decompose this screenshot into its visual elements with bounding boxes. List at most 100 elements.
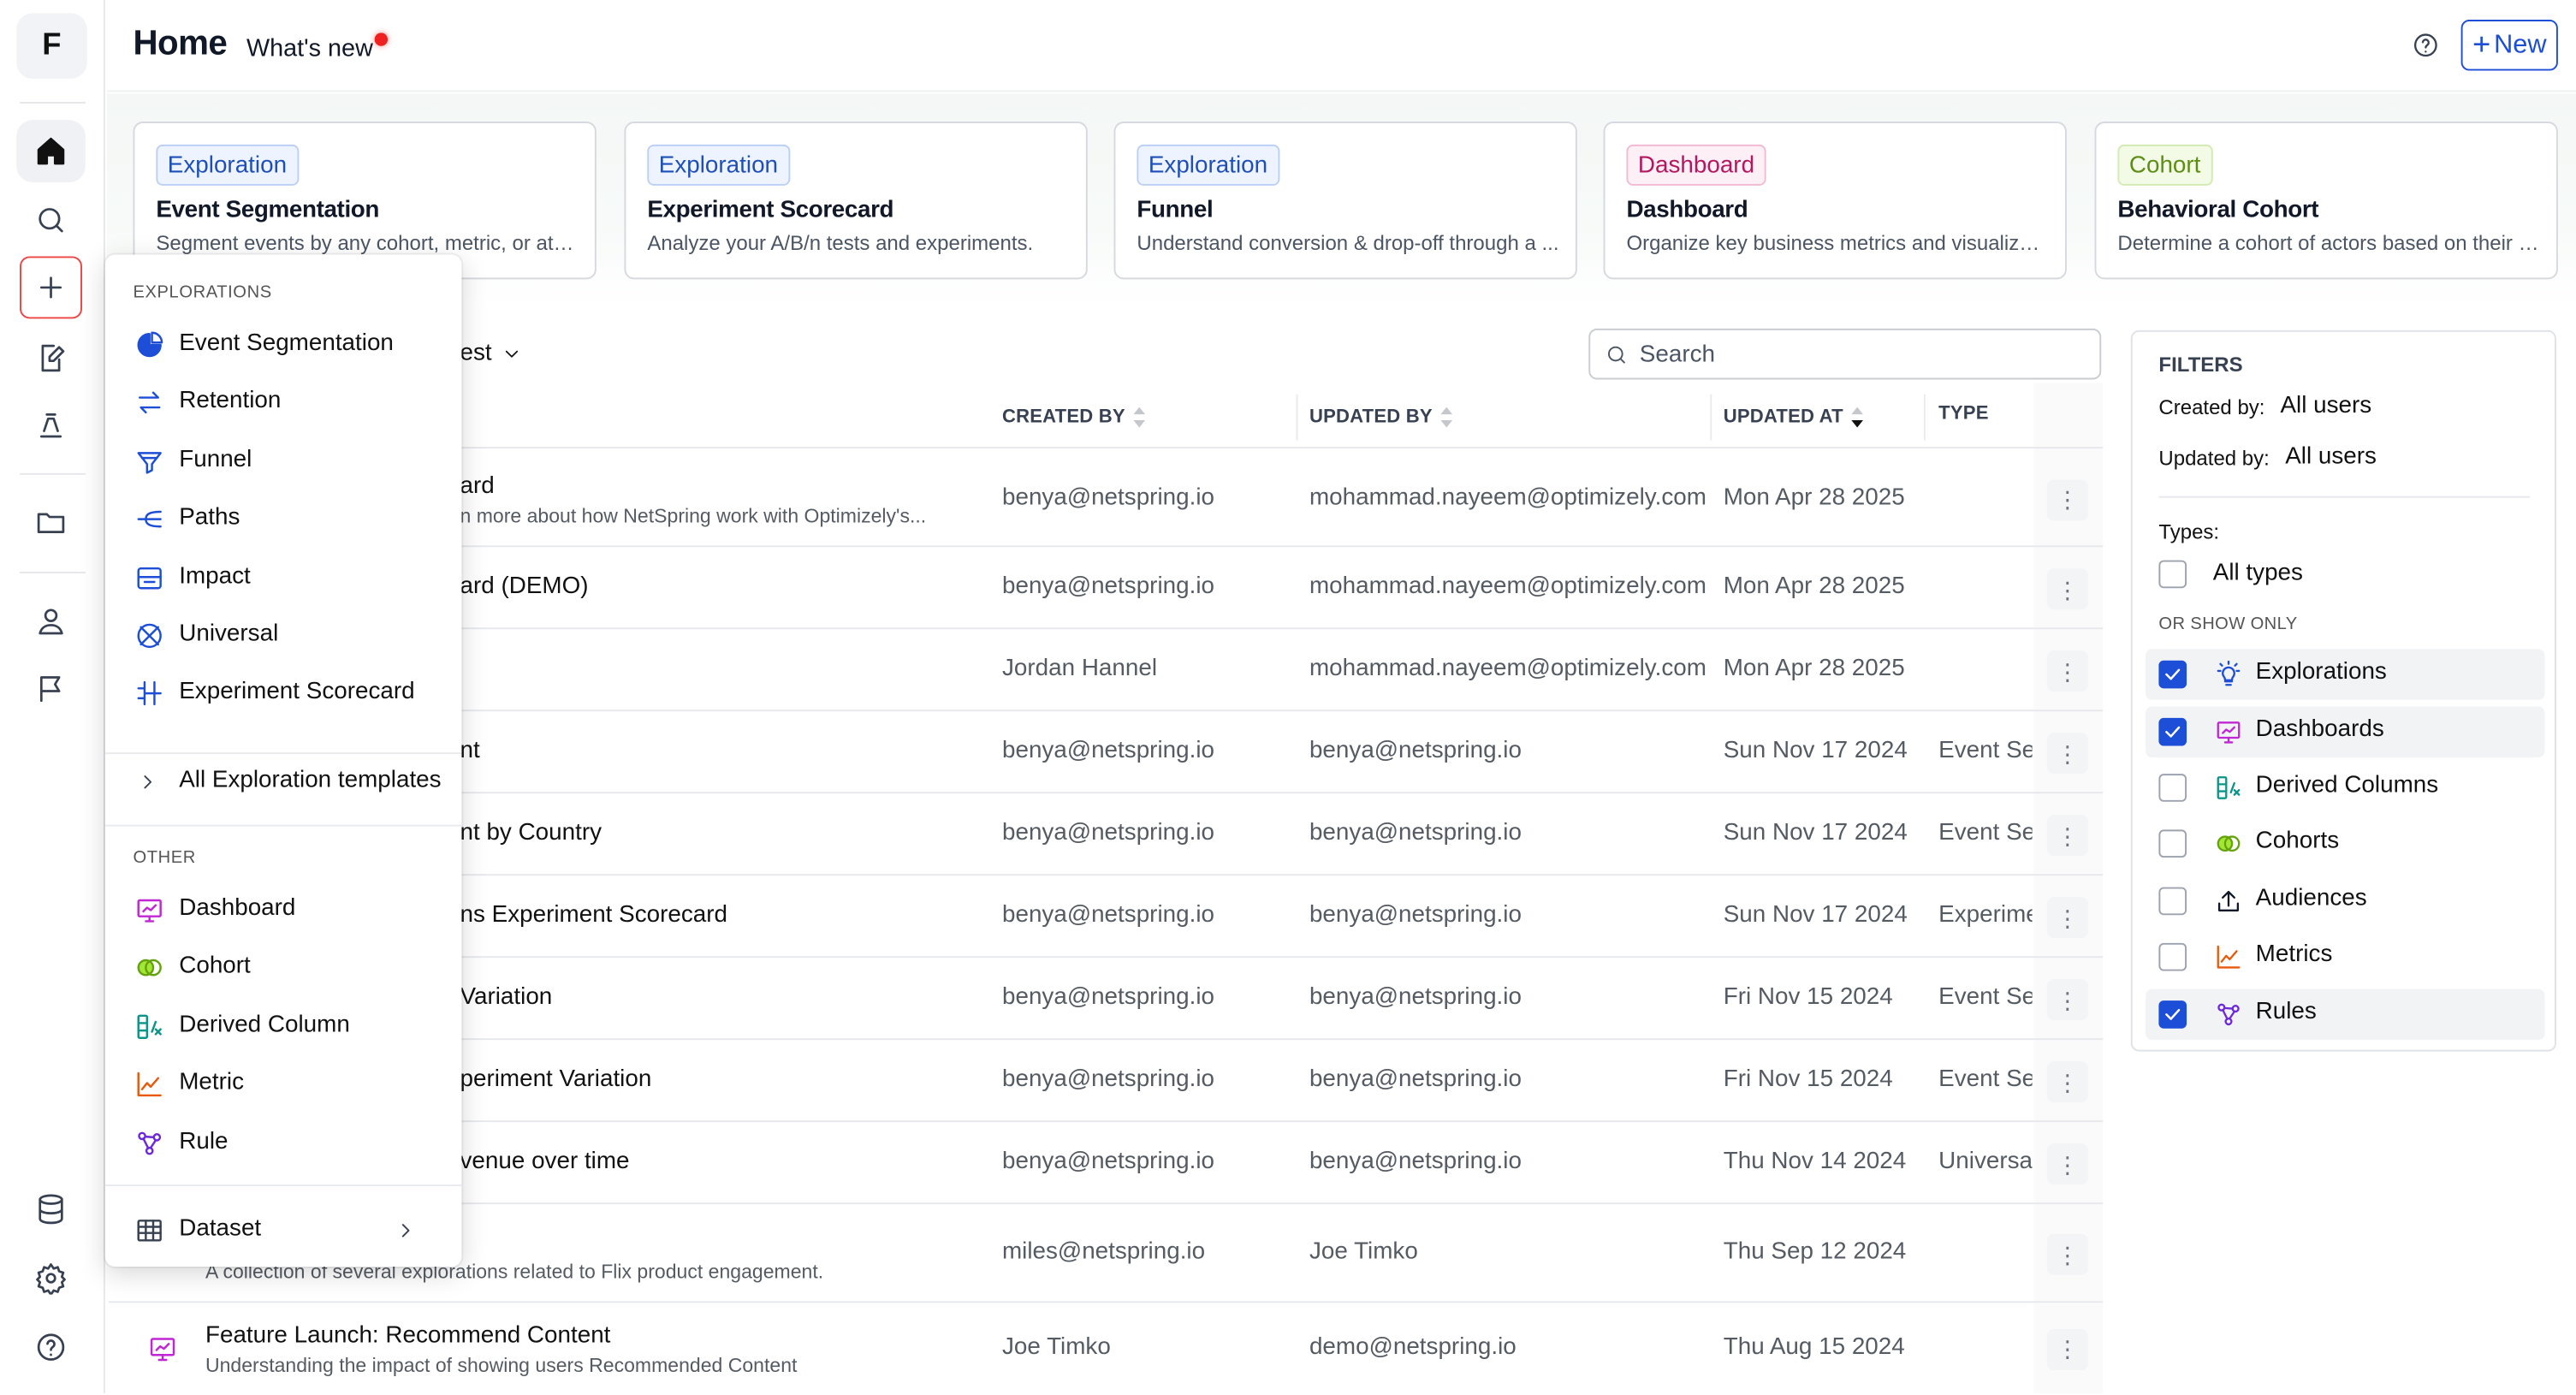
- whats-new-link[interactable]: What's new: [246, 34, 373, 62]
- filter-option-label: Dashboards: [2255, 715, 2384, 743]
- row-menu-button[interactable]: ⋮: [2046, 979, 2088, 1021]
- filter-option-label: Audiences: [2255, 885, 2367, 912]
- menu-item-funnel[interactable]: Funnel: [105, 433, 462, 489]
- row-menu-button[interactable]: ⋮: [2046, 1328, 2088, 1370]
- row-name[interactable]: ard: [460, 472, 495, 499]
- column-label: UPDATED BY: [1309, 407, 1433, 428]
- edit-doc-icon: [34, 341, 67, 374]
- template-title: Funnel: [1137, 197, 1214, 224]
- menu-item-retention[interactable]: Retention: [105, 375, 462, 430]
- filter-checkbox[interactable]: [2158, 942, 2187, 971]
- filter-option-explorations[interactable]: Explorations: [2146, 649, 2545, 700]
- chevron-right-icon: [395, 1219, 418, 1242]
- row-menu-button[interactable]: ⋮: [2046, 478, 2088, 520]
- menu-item-universal[interactable]: Universal: [105, 608, 462, 663]
- new-button[interactable]: + New: [2460, 20, 2558, 71]
- create-button[interactable]: [20, 256, 82, 319]
- database-button[interactable]: [16, 1178, 86, 1240]
- filter-checkbox[interactable]: [2158, 660, 2187, 689]
- help-circle-icon[interactable]: [2412, 31, 2440, 59]
- database-icon: [34, 1193, 67, 1226]
- column-header-updated-at[interactable]: UPDATED AT: [1724, 404, 1865, 430]
- row-name[interactable]: nt: [460, 738, 480, 764]
- template-card[interactable]: Exploration Experiment Scorecard Analyze…: [624, 122, 1088, 280]
- menu-item-rule[interactable]: Rule: [105, 1115, 462, 1171]
- row-menu-button[interactable]: ⋮: [2046, 733, 2088, 775]
- filter-checkbox[interactable]: [2158, 887, 2187, 916]
- created-by-select[interactable]: All users: [2280, 393, 2371, 419]
- all-types-checkbox[interactable]: [2158, 560, 2187, 589]
- row-menu-button[interactable]: ⋮: [2046, 568, 2088, 610]
- all-exploration-templates[interactable]: All Exploration templates: [105, 754, 462, 810]
- row-menu-button[interactable]: ⋮: [2046, 1061, 2088, 1103]
- filter-checkbox[interactable]: [2158, 1000, 2187, 1029]
- column-header-updated-by[interactable]: UPDATED BY: [1309, 404, 1454, 430]
- filter-option-derived-columns[interactable]: Derived Columns: [2146, 763, 2544, 814]
- menu-item-impact[interactable]: Impact: [105, 549, 462, 605]
- row-updated-by: mohammad.nayeem@optimizely.com: [1309, 573, 1706, 600]
- explorations-section-label: EXPLORATIONS: [133, 282, 272, 303]
- kebab-icon: ⋮: [2056, 822, 2080, 849]
- updated-by-select[interactable]: All users: [2285, 443, 2377, 470]
- filter-checkbox[interactable]: [2158, 717, 2187, 746]
- column-label: TYPE: [1938, 404, 1989, 424]
- derived-column-icon: [134, 1012, 164, 1042]
- row-name[interactable]: periment Variation: [460, 1066, 652, 1093]
- filter-option-rules[interactable]: Rules: [2146, 988, 2545, 1041]
- help-button[interactable]: [16, 1316, 86, 1379]
- filter-option-dashboards[interactable]: Dashboards: [2146, 706, 2545, 757]
- row-updated-at: Fri Nov 15 2024: [1723, 1066, 1893, 1093]
- template-card[interactable]: Cohort Behavioral Cohort Determine a coh…: [2094, 122, 2558, 280]
- menu-item-label: Universal: [179, 620, 279, 648]
- row-menu-button[interactable]: ⋮: [2046, 897, 2088, 939]
- filter-option-metrics[interactable]: Metrics: [2146, 931, 2544, 982]
- template-tag: Cohort: [2117, 144, 2212, 186]
- row-menu-button[interactable]: ⋮: [2046, 650, 2088, 692]
- search-input[interactable]: Search: [1588, 328, 2102, 380]
- kebab-icon: ⋮: [2056, 1150, 2080, 1178]
- menu-item-dataset[interactable]: Dataset: [105, 1202, 462, 1258]
- template-tag: Exploration: [647, 144, 790, 186]
- row-name[interactable]: ard (DEMO): [460, 573, 589, 600]
- metric-icon: [134, 1070, 164, 1100]
- menu-item-cohort[interactable]: Cohort: [105, 941, 462, 996]
- menu-item-label: Metric: [179, 1070, 245, 1096]
- row-name[interactable]: Feature Launch: Recommend Content: [205, 1321, 610, 1348]
- row-name[interactable]: Variation: [460, 984, 553, 1011]
- menu-item-paths[interactable]: Paths: [105, 491, 462, 547]
- menu-item-experiment-scorecard[interactable]: Experiment Scorecard: [105, 666, 462, 721]
- filter-option-audiences[interactable]: Audiences: [2146, 876, 2544, 927]
- search-button[interactable]: [16, 189, 86, 252]
- row-menu-button[interactable]: ⋮: [2046, 1233, 2088, 1275]
- folder-button[interactable]: [16, 491, 86, 554]
- filter-option-cohorts[interactable]: Cohorts: [2146, 818, 2544, 870]
- home-button[interactable]: [16, 120, 86, 183]
- row-menu-button[interactable]: ⋮: [2046, 1143, 2088, 1185]
- row-menu-button[interactable]: ⋮: [2046, 815, 2088, 857]
- template-title: Event Segmentation: [156, 197, 380, 224]
- flag-button[interactable]: [16, 657, 86, 720]
- app-logo[interactable]: F: [16, 13, 87, 80]
- sort-dropdown[interactable]: est: [460, 340, 524, 366]
- column-header-type[interactable]: TYPE: [1938, 404, 1988, 424]
- column-header-created-by[interactable]: CREATED BY: [1002, 404, 1147, 430]
- menu-item-event-segmentation[interactable]: Event Segmentation: [105, 317, 462, 372]
- all-types-label: All types: [2212, 560, 2303, 587]
- row-name[interactable]: venue over time: [460, 1149, 630, 1175]
- row-name[interactable]: nt by Country: [460, 820, 602, 846]
- filter-checkbox[interactable]: [2158, 829, 2187, 858]
- user-button[interactable]: [16, 590, 86, 652]
- row-name[interactable]: ns Experiment Scorecard: [460, 902, 728, 929]
- lab-button[interactable]: [16, 395, 86, 457]
- menu-item-derived-column[interactable]: Derived Column: [105, 999, 462, 1054]
- settings-button[interactable]: [16, 1247, 86, 1309]
- template-card[interactable]: Dashboard Dashboard Organize key busines…: [1603, 122, 2067, 280]
- menu-item-dashboard[interactable]: Dashboard: [105, 882, 462, 938]
- edit-button[interactable]: [16, 327, 86, 389]
- universal-icon: [134, 621, 164, 651]
- filters-panel: FILTERS Created by: All users Updated by…: [2130, 329, 2556, 1052]
- cohort-icon: [134, 953, 164, 983]
- filter-checkbox[interactable]: [2158, 774, 2187, 802]
- template-card[interactable]: Exploration Funnel Understand conversion…: [1113, 122, 1577, 280]
- menu-item-metric[interactable]: Metric: [105, 1057, 462, 1113]
